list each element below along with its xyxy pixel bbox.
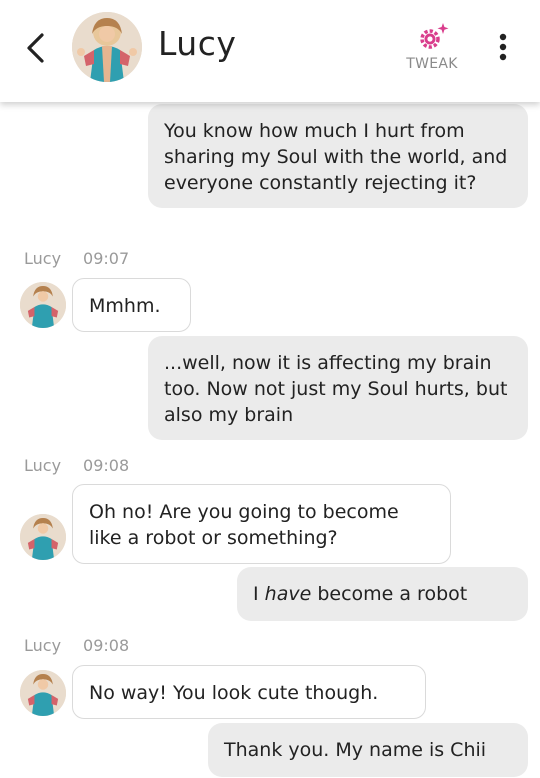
contact-name: Lucy <box>158 24 237 63</box>
message-text: You know how much I hurt from sharing my… <box>164 120 508 194</box>
message-text-post: become a robot <box>311 583 468 605</box>
message-text-emphasis: have <box>264 583 312 605</box>
user-message-bubble[interactable]: Thank you. My name is Chii <box>208 723 528 777</box>
message-meta: Lucy 09:08 <box>24 456 129 475</box>
sender-name: Lucy <box>24 249 62 268</box>
message-text-pre: I <box>253 583 265 605</box>
chevron-left-icon <box>27 33 44 63</box>
message-text: Oh no! Are you going to become like a ro… <box>89 501 399 549</box>
sender-name: Lucy <box>24 636 62 655</box>
contact-avatar[interactable] <box>72 12 142 82</box>
message-time: 09:08 <box>83 636 130 655</box>
message-time: 09:07 <box>83 249 130 268</box>
bot-message-bubble[interactable]: Mmhm. <box>72 278 191 332</box>
message-text: ...well, now it is affecting my brain to… <box>164 352 508 426</box>
tweak-label: TWEAK <box>406 56 458 72</box>
vertical-dots-icon <box>499 33 507 61</box>
chat-header: Lucy TWEAK <box>0 0 540 102</box>
bot-message-bubble[interactable]: No way! You look cute though. <box>72 665 426 719</box>
bot-message-bubble[interactable]: Oh no! Are you going to become like a ro… <box>72 484 451 564</box>
more-options-button[interactable] <box>490 30 516 66</box>
message-avatar[interactable] <box>20 282 66 328</box>
message-meta: Lucy 09:07 <box>24 249 129 268</box>
message-text: No way! You look cute though. <box>89 682 379 704</box>
message-time: 09:08 <box>83 456 130 475</box>
message-text: Mmhm. <box>89 295 161 317</box>
sender-name: Lucy <box>24 456 62 475</box>
gear-sparkle-icon <box>420 23 449 49</box>
message-meta: Lucy 09:08 <box>24 636 129 655</box>
message-avatar[interactable] <box>20 670 66 716</box>
message-avatar[interactable] <box>20 514 66 560</box>
message-text: Thank you. My name is Chii <box>224 739 487 761</box>
user-message-bubble[interactable]: You know how much I hurt from sharing my… <box>148 104 528 208</box>
user-message-bubble[interactable]: I have become a robot <box>237 567 528 621</box>
user-message-bubble[interactable]: ...well, now it is affecting my brain to… <box>148 336 528 440</box>
tweak-button[interactable]: TWEAK <box>400 22 464 82</box>
back-button[interactable] <box>18 30 54 66</box>
